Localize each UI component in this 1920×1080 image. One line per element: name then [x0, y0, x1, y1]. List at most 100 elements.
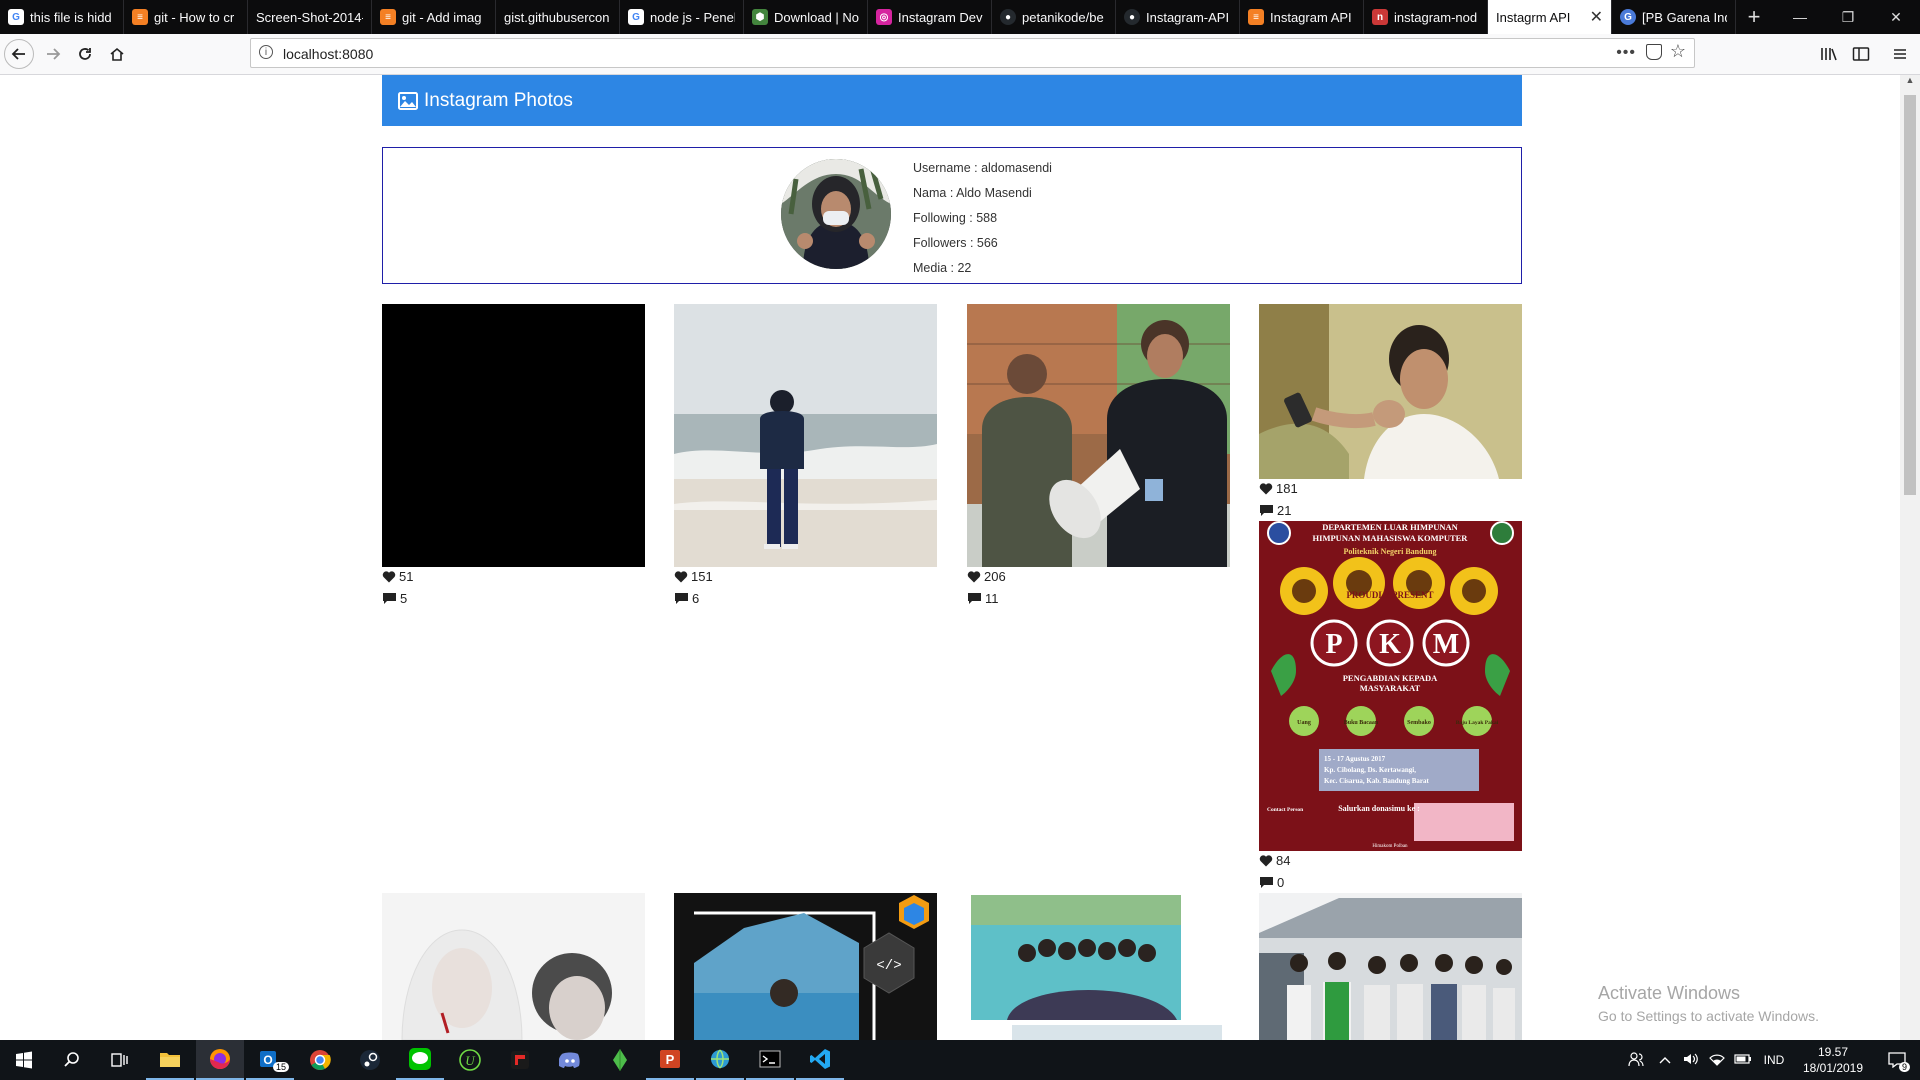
- reload-button[interactable]: [70, 39, 100, 69]
- home-button[interactable]: [102, 39, 132, 69]
- sidebar-icon[interactable]: [1846, 39, 1876, 69]
- poster-footer: Himakom Polban: [1372, 844, 1408, 849]
- pocket-icon[interactable]: [1646, 44, 1662, 60]
- browser-tab[interactable]: Screen-Shot-2014-: [248, 0, 372, 34]
- photo-man-phone[interactable]: [1259, 304, 1522, 479]
- outlook-icon[interactable]: O 15: [246, 1040, 294, 1080]
- poster-sub1: PENGABDIAN KEPADA: [1343, 673, 1438, 683]
- photo-black[interactable]: [382, 304, 645, 567]
- google-icon: G: [8, 9, 24, 25]
- poster-proudly: PROUDLY PRESENT: [1346, 590, 1433, 600]
- clock[interactable]: 19.57 18/01/2019: [1792, 1044, 1874, 1076]
- comment-count: 11: [967, 591, 999, 606]
- chrome-icon[interactable]: [296, 1040, 344, 1080]
- browser-tab[interactable]: Gnode js - Penel: [620, 0, 744, 34]
- close-window-icon[interactable]: ✕: [1872, 0, 1920, 34]
- wifi-icon[interactable]: [1704, 1052, 1730, 1069]
- hamburger-menu-icon[interactable]: [1885, 39, 1915, 69]
- navigation-bar: i ••• ☆: [0, 34, 1920, 75]
- profile-info: Username : aldomasendi Nama : Aldo Masen…: [913, 156, 1052, 281]
- garena-icon[interactable]: [496, 1040, 544, 1080]
- sims-plumbob-icon[interactable]: [596, 1040, 644, 1080]
- browser-tab[interactable]: ◎ Instagram Dev: [868, 0, 992, 34]
- comment-count: 6: [674, 591, 699, 606]
- forward-button[interactable]: [38, 39, 68, 69]
- activate-windows-watermark: Activate Windows Go to Settings to activ…: [1598, 983, 1819, 1024]
- avatar[interactable]: [781, 159, 891, 269]
- comment-icon: [968, 593, 981, 604]
- notification-count-badge: 9: [1899, 1062, 1911, 1072]
- browser-tab[interactable]: G [PB Garena Ind: [1612, 0, 1736, 34]
- instagram-icon: ◎: [876, 9, 892, 25]
- start-button[interactable]: [0, 1040, 48, 1080]
- photo-pool-group[interactable]: [967, 893, 1230, 1040]
- browser-tab[interactable]: Gthis file is hidd: [0, 0, 124, 34]
- restore-icon[interactable]: ❐: [1824, 0, 1872, 34]
- browser-tab[interactable]: n instagram-nod: [1364, 0, 1488, 34]
- scroll-up-icon[interactable]: ▲: [1900, 75, 1920, 91]
- poster-event-place: Kp. Cibolang, Ds. Kertawangi,: [1324, 766, 1416, 774]
- page-title: Instagram Photos: [424, 89, 573, 111]
- github-icon: ●: [1000, 9, 1016, 25]
- poster-sub2: MASYARAKAT: [1360, 683, 1421, 693]
- battery-icon[interactable]: [1730, 1053, 1756, 1067]
- minimize-icon[interactable]: —: [1776, 0, 1824, 34]
- poster-event-place2: Kec. Cisarua, Kab. Bandung Barat: [1324, 777, 1429, 785]
- clock-date: 18/01/2019: [1802, 1061, 1864, 1075]
- action-center-icon[interactable]: 9: [1874, 1040, 1920, 1080]
- page-viewport: Instagram Photos Username : aldomasendi …: [0, 75, 1900, 1040]
- comment-count: 5: [382, 591, 407, 606]
- search-icon[interactable]: [48, 1040, 96, 1080]
- volume-icon[interactable]: [1678, 1052, 1704, 1069]
- photo-code-frame[interactable]: </>: [674, 893, 937, 1040]
- terminal-icon[interactable]: [746, 1040, 794, 1080]
- poster-contact: Contact Person: [1267, 807, 1303, 813]
- browser-tab[interactable]: ● Instagram-API: [1116, 0, 1240, 34]
- photo-group-standing[interactable]: [1259, 893, 1522, 1040]
- vscode-icon[interactable]: [796, 1040, 844, 1080]
- browser-tab[interactable]: ≡ Instagram API: [1240, 0, 1364, 34]
- close-tab-icon[interactable]: ✕: [1590, 7, 1603, 27]
- bookmark-star-icon[interactable]: ☆: [1670, 41, 1686, 62]
- task-view-icon[interactable]: [96, 1040, 144, 1080]
- steam-icon[interactable]: [346, 1040, 394, 1080]
- site-info-icon[interactable]: i: [259, 45, 273, 59]
- new-tab-button[interactable]: +: [1736, 0, 1772, 34]
- browser-tab[interactable]: ≡ git - How to cr: [124, 0, 248, 34]
- upwork-icon[interactable]: U: [446, 1040, 494, 1080]
- photo-beach[interactable]: [674, 304, 937, 567]
- page-actions-icon[interactable]: •••: [1616, 44, 1636, 62]
- language-indicator[interactable]: IND: [1756, 1053, 1792, 1067]
- google-icon: G: [628, 9, 644, 25]
- svg-text:O: O: [263, 1053, 272, 1067]
- poster-donation: Buku Bacaan: [1344, 720, 1379, 726]
- address-bar[interactable]: i ••• ☆: [250, 38, 1695, 68]
- scrollbar-thumb[interactable]: [1904, 95, 1916, 495]
- url-input[interactable]: [281, 43, 1585, 65]
- svg-text:U: U: [465, 1053, 476, 1068]
- network-globe-icon[interactable]: [696, 1040, 744, 1080]
- poster-donation: Baju Layak Pakai: [1456, 720, 1499, 726]
- discord-icon[interactable]: [546, 1040, 594, 1080]
- show-hidden-icons[interactable]: [1652, 1053, 1678, 1067]
- line-icon[interactable]: [396, 1040, 444, 1080]
- photo-megaphone[interactable]: [967, 304, 1230, 567]
- browser-tab[interactable]: gist.githubusercon: [496, 0, 620, 34]
- file-explorer-icon[interactable]: [146, 1040, 194, 1080]
- page-scrollbar[interactable]: ▲: [1900, 75, 1920, 1040]
- people-icon[interactable]: [1620, 1051, 1652, 1070]
- firefox-icon[interactable]: [196, 1040, 244, 1080]
- comment-count: 21: [1259, 503, 1291, 518]
- browser-tab[interactable]: ● petanikode/be: [992, 0, 1116, 34]
- photo-pkm-poster[interactable]: DEPARTEMEN LUAR HIMPUNAN HIMPUNAN MAHASI…: [1259, 521, 1522, 851]
- library-icon[interactable]: [1814, 39, 1844, 69]
- photo-costume[interactable]: [382, 893, 645, 1040]
- heart-icon: [674, 571, 688, 583]
- powerpoint-icon[interactable]: P: [646, 1040, 694, 1080]
- like-count: 84: [1259, 853, 1290, 868]
- page-header: Instagram Photos: [382, 75, 1522, 126]
- browser-tab[interactable]: ≡ git - Add imag: [372, 0, 496, 34]
- browser-tab[interactable]: ⬢ Download | No: [744, 0, 868, 34]
- back-button[interactable]: [4, 39, 34, 69]
- browser-tab-active[interactable]: Instagrm API ✕: [1488, 0, 1612, 34]
